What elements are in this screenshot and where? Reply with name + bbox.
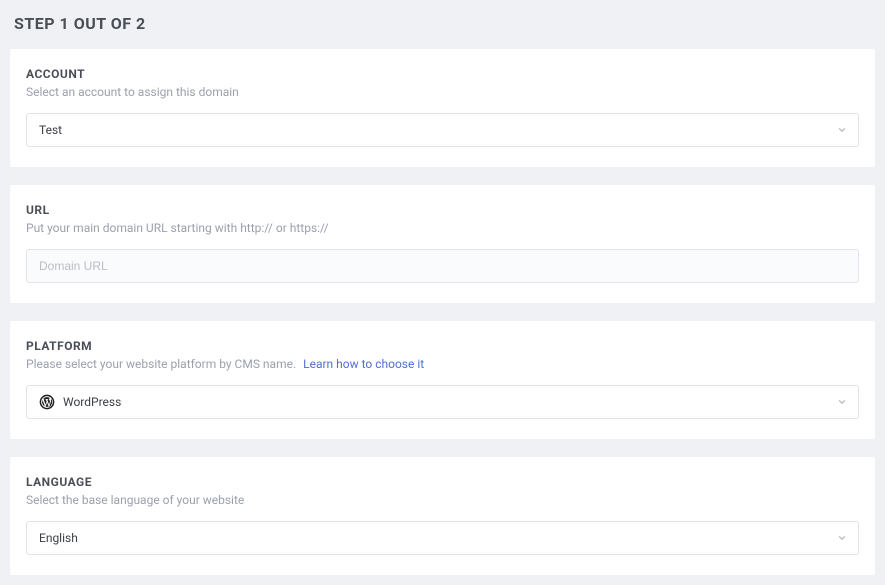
url-card: URL Put your main domain URL starting wi… xyxy=(10,185,875,303)
domain-url-input[interactable] xyxy=(26,249,859,283)
language-heading: LANGUAGE xyxy=(26,475,859,489)
platform-subtext: Please select your website platform by C… xyxy=(26,357,859,371)
language-select-value: English xyxy=(39,531,78,545)
account-select[interactable]: Test xyxy=(26,113,859,147)
chevron-down-icon xyxy=(836,532,848,544)
account-select-value: Test xyxy=(39,123,62,137)
step-title: STEP 1 OUT OF 2 xyxy=(14,14,875,33)
language-card: LANGUAGE Select the base language of you… xyxy=(10,457,875,575)
url-subtext: Put your main domain URL starting with h… xyxy=(26,221,859,235)
platform-heading: PLATFORM xyxy=(26,339,859,353)
chevron-down-icon xyxy=(836,124,848,136)
account-subtext: Select an account to assign this domain xyxy=(26,85,859,99)
platform-subtext-text: Please select your website platform by C… xyxy=(26,357,296,371)
wordpress-icon xyxy=(39,394,55,410)
url-heading: URL xyxy=(26,203,859,217)
language-subtext: Select the base language of your website xyxy=(26,493,859,507)
platform-select-value: WordPress xyxy=(63,395,121,409)
account-card: ACCOUNT Select an account to assign this… xyxy=(10,49,875,167)
language-select[interactable]: English xyxy=(26,521,859,555)
account-heading: ACCOUNT xyxy=(26,67,859,81)
chevron-down-icon xyxy=(836,396,848,408)
platform-select[interactable]: WordPress xyxy=(26,385,859,419)
platform-card: PLATFORM Please select your website plat… xyxy=(10,321,875,439)
platform-learn-link[interactable]: Learn how to choose it xyxy=(303,357,424,371)
